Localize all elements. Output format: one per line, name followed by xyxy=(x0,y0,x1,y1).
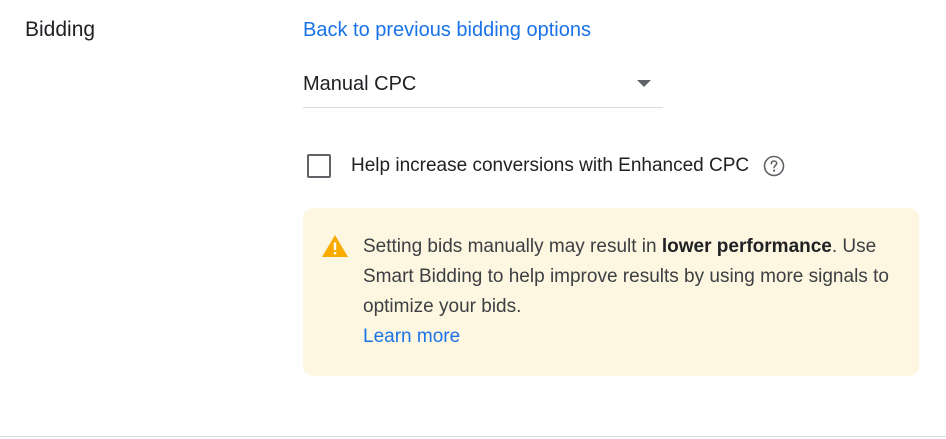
help-circle-icon[interactable] xyxy=(763,155,785,177)
dropdown-selected-value: Manual CPC xyxy=(303,73,417,95)
enhanced-cpc-label[interactable]: Help increase conversions with Enhanced … xyxy=(351,153,749,179)
manual-bidding-warning: Setting bids manually may result in lowe… xyxy=(303,208,919,376)
warning-triangle-icon xyxy=(321,234,349,258)
back-to-bidding-options-link[interactable]: Back to previous bidding options xyxy=(303,17,591,43)
section-title: Bidding xyxy=(25,18,96,41)
section-divider xyxy=(0,436,946,437)
caret-down-icon xyxy=(637,80,651,87)
warning-message: Setting bids manually may result in lowe… xyxy=(363,232,893,352)
enhanced-cpc-option: Help increase conversions with Enhanced … xyxy=(307,152,785,180)
warning-text-emphasis: lower performance xyxy=(661,236,832,257)
learn-more-link[interactable]: Learn more xyxy=(363,322,460,352)
enhanced-cpc-checkbox[interactable] xyxy=(307,154,331,178)
bidding-strategy-dropdown[interactable]: Manual CPC xyxy=(303,62,663,108)
warning-text-start: Setting bids manually may result in xyxy=(363,236,662,257)
bidding-settings-panel: Bidding Back to previous bidding options… xyxy=(0,0,946,439)
